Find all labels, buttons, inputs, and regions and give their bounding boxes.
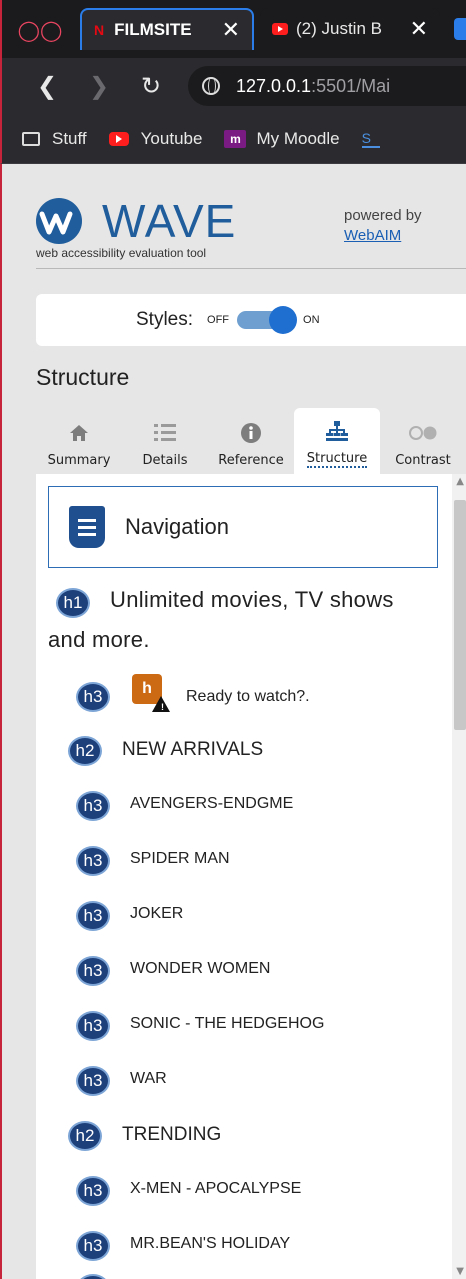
reload-icon[interactable]: ↻ (136, 68, 166, 104)
wave-tagline: web accessibility evaluation tool (36, 246, 207, 260)
h2-badge-icon[interactable]: h2 (68, 736, 102, 766)
wave-logo-icon (36, 198, 82, 244)
h2-badge-icon[interactable]: h2 (68, 1121, 102, 1151)
url-host: 127.0.0.1 (236, 75, 312, 96)
close-tab-icon[interactable]: ✕ (410, 16, 428, 42)
heading-text: AVENGERS-ENDGME (130, 795, 294, 812)
moodle-icon: m (224, 129, 247, 148)
alert-badge-text: h (142, 680, 152, 697)
bookmark-moodle[interactable]: m My Moodle (224, 128, 340, 149)
navigation-icon (69, 506, 105, 548)
section-title: Structure (36, 364, 130, 390)
scrollbar[interactable]: ▲ ▼ (452, 474, 466, 1279)
bookmark-label: Stuff (52, 128, 87, 148)
browser-tab-bar: ◯◯ N FILMSITE ✕ (2) Justin B ✕ (0, 0, 466, 58)
h3-badge-icon[interactable]: h3 (76, 1176, 110, 1206)
url-path: :5501/Mai (311, 75, 391, 96)
tab-details[interactable]: Details (122, 408, 208, 474)
h3-badge-icon[interactable]: h3 (76, 791, 110, 821)
styles-on-label: ON (303, 314, 320, 326)
bookmark-label: Youtube (140, 128, 203, 148)
tab-title: FILMSITE (114, 20, 192, 39)
close-tab-icon[interactable]: ✕ (222, 17, 240, 43)
heading-text: WAR (130, 1070, 167, 1087)
bookmark-stuff[interactable]: Stuff (22, 129, 87, 149)
tab-contrast[interactable]: Contrast (380, 408, 466, 474)
scroll-down-icon[interactable]: ▼ (456, 1266, 464, 1277)
powered-by: powered by WebAIM (344, 206, 422, 246)
tab-title: (2) Justin B (296, 19, 382, 38)
heading-text: and more. (48, 627, 150, 652)
youtube-favicon-icon (272, 23, 288, 35)
wave-wordmark: WAVE (102, 195, 237, 247)
contrast-icon (408, 421, 438, 445)
navigation-label: Navigation (125, 514, 229, 539)
hierarchy-icon (326, 419, 348, 443)
webaim-link[interactable]: WebAIM (344, 227, 401, 244)
bookmarks-bar: Stuff Youtube m My Moodle S (0, 114, 466, 164)
h3-badge-icon[interactable]: h3 (76, 901, 110, 931)
heading-text: X-MEN - APOCALYPSE (130, 1180, 302, 1197)
forward-icon[interactable]: ❯ (84, 68, 114, 104)
tab-label: Contrast (395, 453, 451, 468)
h3-badge-icon[interactable]: h3 (76, 1066, 110, 1096)
styles-off-label: OFF (207, 314, 230, 326)
heading-text: WONDER WOMEN (130, 960, 271, 977)
styles-toggle[interactable] (237, 306, 298, 334)
back-icon[interactable]: ❮ (32, 68, 62, 104)
tab-label: Summary (47, 453, 111, 468)
tab-label: Details (142, 453, 188, 468)
structure-panel: ▲ ▼ Navigation h1 Unlimited movies, TV s… (36, 474, 466, 1279)
wave-tabs: Summary Details Reference Structure Cont… (36, 408, 466, 474)
h3-badge-icon[interactable]: h3 (76, 682, 110, 712)
bookmark-youtube[interactable]: Youtube (108, 128, 203, 149)
tab-youtube[interactable]: (2) Justin B ✕ (260, 8, 440, 50)
tab-overflow[interactable] (454, 18, 466, 40)
powered-by-text: powered by (344, 207, 422, 224)
heading-text: Unlimited movies, TV shows (110, 587, 394, 612)
tab-label: Structure (306, 451, 368, 468)
youtube-icon (108, 131, 129, 146)
tab-label: Reference (218, 453, 284, 468)
tab-summary[interactable]: Summary (36, 408, 122, 474)
styles-label: Styles: (136, 309, 194, 330)
info-icon (241, 421, 261, 445)
heading-text: SPIDER MAN (130, 850, 230, 867)
scroll-thumb[interactable] (454, 500, 466, 730)
header-divider (36, 268, 466, 269)
h3-badge-icon[interactable]: h3 (76, 1231, 110, 1261)
heading-text: MR.BEAN'S HOLIDAY (130, 1235, 291, 1252)
toggle-knob[interactable] (269, 306, 298, 334)
bookmark-label: My Moodle (256, 128, 340, 148)
h3-badge-icon[interactable]: h3 (76, 846, 110, 876)
heading-text: TRENDING (122, 1124, 222, 1145)
tab-structure[interactable]: Structure (294, 408, 380, 474)
home-icon (69, 421, 89, 445)
bookmark-site-icon: S (361, 130, 380, 148)
tab-reference[interactable]: Reference (208, 408, 294, 474)
h3-badge-icon[interactable]: h3 (76, 1011, 110, 1041)
gamepad-icon[interactable]: ◯◯ (12, 12, 68, 48)
netflix-favicon-icon: N (94, 22, 105, 38)
list-icon (154, 421, 176, 445)
heading-text: JOKER (130, 905, 184, 922)
styles-toggle-card: Styles: OFF ON (36, 294, 466, 346)
folder-icon (22, 131, 40, 146)
address-toolbar: ❮ ❯ ↻ 127.0.0.1:5501/Mai (0, 58, 466, 114)
tab-filmsite[interactable]: N FILMSITE ✕ (80, 8, 254, 50)
h3-badge-icon[interactable] (76, 1274, 110, 1279)
url-bar[interactable]: 127.0.0.1:5501/Mai (188, 66, 466, 106)
globe-icon (202, 77, 220, 95)
navigation-landmark[interactable]: Navigation (48, 486, 438, 568)
heading-text: Ready to watch?. (186, 688, 310, 705)
possible-heading-alert-icon[interactable]: h ! (132, 674, 170, 712)
bookmark-other[interactable]: S (361, 130, 380, 148)
heading-text: SONIC - THE HEDGEHOG (130, 1015, 325, 1032)
h1-badge-icon[interactable]: h1 (56, 588, 90, 618)
wave-panel: WAVE web accessibility evaluation tool p… (0, 164, 466, 1279)
h3-badge-icon[interactable]: h3 (76, 956, 110, 986)
scroll-up-icon[interactable]: ▲ (456, 476, 464, 487)
heading-text: NEW ARRIVALS (122, 739, 264, 760)
wave-header: WAVE web accessibility evaluation tool p… (2, 164, 466, 272)
